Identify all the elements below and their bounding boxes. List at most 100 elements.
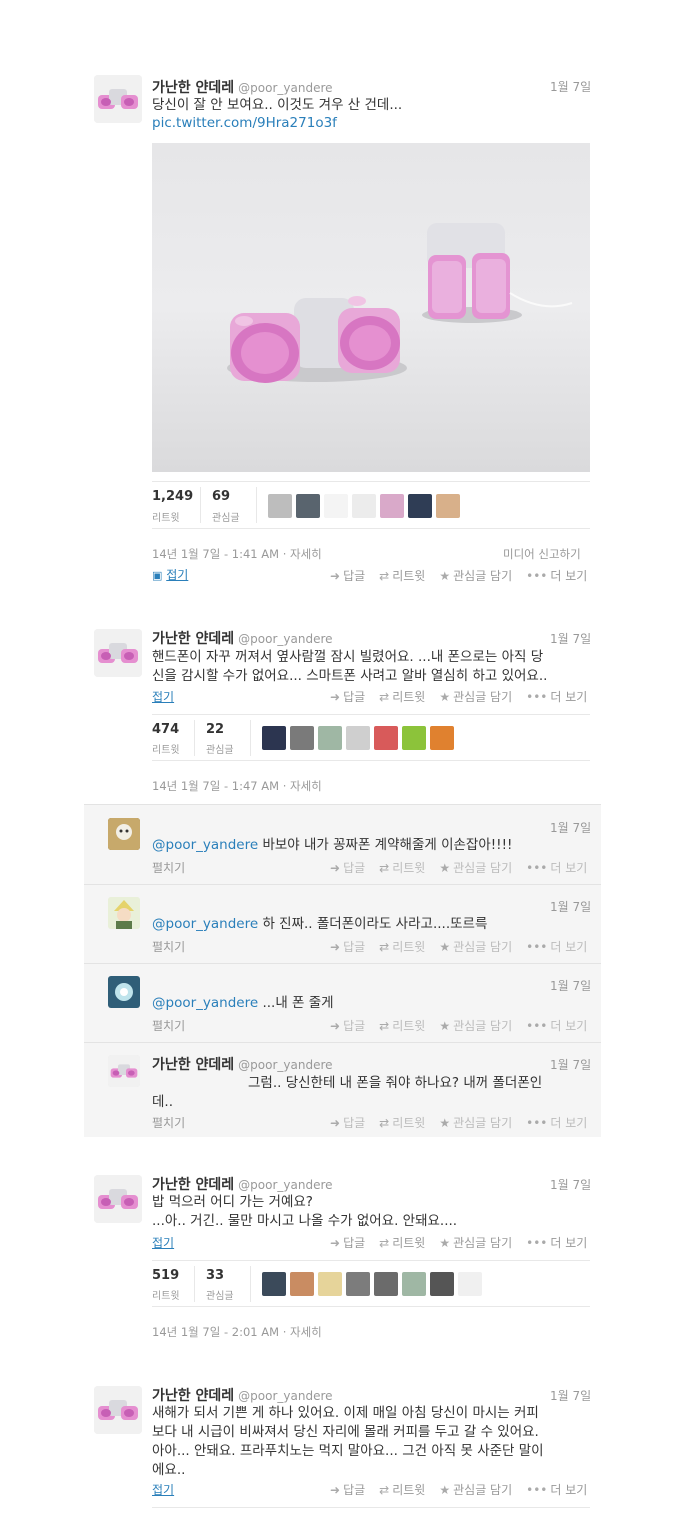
reply-button[interactable]: ➜ 답글 xyxy=(330,859,365,876)
reply-avatar[interactable] xyxy=(108,818,140,850)
tweet-timestamp[interactable]: 14년 1월 7일 - 2:01 AM · 자세히 xyxy=(152,1324,322,1340)
reply-button[interactable]: ➜ 답글 xyxy=(330,1017,365,1034)
more-button[interactable]: ••• 더 보기 xyxy=(526,567,587,584)
user-avatar[interactable] xyxy=(352,494,376,518)
user-avatar[interactable] xyxy=(346,726,370,750)
expand-link[interactable]: 펼치기 xyxy=(152,938,185,955)
reply-avatar[interactable] xyxy=(108,976,140,1008)
user-avatar[interactable] xyxy=(380,494,404,518)
favorite-button[interactable]: ★ 관심글 담기 xyxy=(439,1114,512,1131)
reply-button[interactable]: ➜ 답글 xyxy=(330,1114,365,1131)
retweet-count[interactable]: 519 xyxy=(152,1268,179,1283)
user-avatar[interactable] xyxy=(318,1272,342,1296)
user-avatar[interactable] xyxy=(374,726,398,750)
reply-button[interactable]: ➜ 답글 xyxy=(330,938,365,955)
user-avatar[interactable] xyxy=(290,1272,314,1296)
user-avatar[interactable] xyxy=(290,726,314,750)
user-avatar[interactable] xyxy=(318,726,342,750)
more-button[interactable]: ••• 더 보기 xyxy=(526,1481,587,1498)
retweet-button[interactable]: ⇄ 리트윗 xyxy=(379,567,425,584)
user-avatar[interactable] xyxy=(268,494,292,518)
tweet-media-link[interactable]: pic.twitter.com/9Hra271o3f xyxy=(152,114,337,133)
user-avatar[interactable] xyxy=(436,494,460,518)
favorite-count[interactable]: 22 xyxy=(206,722,224,737)
author-avatar[interactable] xyxy=(94,629,142,677)
tweet-date[interactable]: 1월 7일 xyxy=(550,630,591,647)
author-name[interactable]: 가난한 얀데레 @poor_yandere xyxy=(152,628,333,648)
tweet-timestamp[interactable]: 14년 1월 7일 - 1:47 AM · 자세히 xyxy=(152,778,322,794)
favorite-button[interactable]: ★ 관심글 담기 xyxy=(439,688,512,705)
favorite-button[interactable]: ★ 관심글 담기 xyxy=(439,567,512,584)
collapse-link[interactable]: 접기 xyxy=(152,1481,174,1498)
favorite-button[interactable]: ★ 관심글 담기 xyxy=(439,938,512,955)
retweet-button[interactable]: ⇄ 리트윗 xyxy=(379,938,425,955)
tweet-date[interactable]: 1월 7일 xyxy=(550,1387,591,1404)
user-avatar[interactable] xyxy=(408,494,432,518)
reply-avatar[interactable] xyxy=(108,1055,140,1087)
reply-date[interactable]: 1월 7일 xyxy=(550,819,591,836)
favorite-button[interactable]: ★ 관심글 담기 xyxy=(439,859,512,876)
mention-link[interactable]: @poor_yandere xyxy=(152,837,258,853)
user-avatar[interactable] xyxy=(402,726,426,750)
user-avatar[interactable] xyxy=(324,494,348,518)
user-avatar[interactable] xyxy=(296,494,320,518)
expand-link[interactable]: 펼치기 xyxy=(152,859,185,876)
retweet-count[interactable]: 1,249 xyxy=(152,489,193,504)
more-button[interactable]: ••• 더 보기 xyxy=(526,1017,587,1034)
author-avatar[interactable] xyxy=(94,1175,142,1223)
retweet-button[interactable]: ⇄ 리트윗 xyxy=(379,859,425,876)
author-avatar[interactable] xyxy=(94,1386,142,1434)
more-button[interactable]: ••• 더 보기 xyxy=(526,1234,587,1251)
tweet-date[interactable]: 1월 7일 xyxy=(550,78,591,95)
report-media-link[interactable]: 미디어 신고하기 xyxy=(503,546,581,562)
favorite-count[interactable]: 33 xyxy=(206,1268,224,1283)
reply-date[interactable]: 1월 7일 xyxy=(550,1056,591,1073)
user-avatar[interactable] xyxy=(262,726,286,750)
star-icon: ★ xyxy=(439,568,451,583)
collapse-control[interactable]: ▣ 접기 xyxy=(152,566,188,583)
favorite-count[interactable]: 69 xyxy=(212,489,230,504)
favorite-button[interactable]: ★ 관심글 담기 xyxy=(439,1481,512,1498)
reply-button[interactable]: ➜ 답글 xyxy=(330,1234,365,1251)
author-name[interactable]: 가난한 얀데레 @poor_yandere xyxy=(152,77,333,97)
expand-link[interactable]: 펼치기 xyxy=(152,1114,185,1131)
user-avatar[interactable] xyxy=(458,1272,482,1296)
more-button[interactable]: ••• 더 보기 xyxy=(526,688,587,705)
favorite-button[interactable]: ★ 관심글 담기 xyxy=(439,1234,512,1251)
retweet-button[interactable]: ⇄ 리트윗 xyxy=(379,688,425,705)
reply-button[interactable]: ➜ 답글 xyxy=(330,688,365,705)
collapse-link[interactable]: 접기 xyxy=(152,688,174,705)
retweet-count[interactable]: 474 xyxy=(152,722,179,737)
mention-link[interactable]: @poor_yandere xyxy=(152,916,258,932)
more-button[interactable]: ••• 더 보기 xyxy=(526,938,587,955)
user-avatar[interactable] xyxy=(262,1272,286,1296)
user-avatar[interactable] xyxy=(402,1272,426,1296)
user-avatar[interactable] xyxy=(430,726,454,750)
reply-button[interactable]: ➜ 답글 xyxy=(330,567,365,584)
author-name[interactable]: 가난한 얀데레 @poor_yandere xyxy=(152,1385,333,1405)
reply-date[interactable]: 1월 7일 xyxy=(550,898,591,915)
reply-button[interactable]: ➜ 답글 xyxy=(330,1481,365,1498)
more-button[interactable]: ••• 더 보기 xyxy=(526,1114,587,1131)
tweet-photo[interactable] xyxy=(152,143,590,472)
reply-date[interactable]: 1월 7일 xyxy=(550,977,591,994)
user-avatar[interactable] xyxy=(374,1272,398,1296)
retweet-button[interactable]: ⇄ 리트윗 xyxy=(379,1114,425,1131)
author-avatar[interactable] xyxy=(94,75,142,123)
retweet-button[interactable]: ⇄ 리트윗 xyxy=(379,1234,425,1251)
retweet-button[interactable]: ⇄ 리트윗 xyxy=(379,1017,425,1034)
retweet-button[interactable]: ⇄ 리트윗 xyxy=(379,1481,425,1498)
user-avatar[interactable] xyxy=(430,1272,454,1296)
reply-author-name[interactable]: 가난한 얀데레 @poor_yandere xyxy=(152,1054,333,1074)
more-button[interactable]: ••• 더 보기 xyxy=(526,859,587,876)
expand-link[interactable]: 펼치기 xyxy=(152,1017,185,1034)
reply-avatar[interactable] xyxy=(108,897,140,929)
favorite-button[interactable]: ★ 관심글 담기 xyxy=(439,1017,512,1034)
tweet-timestamp[interactable]: 14년 1월 7일 - 1:41 AM · 자세히 xyxy=(152,546,322,562)
mention-link[interactable]: @poor_yandere xyxy=(152,995,258,1011)
collapse-link[interactable]: 접기 xyxy=(152,1234,174,1251)
author-name[interactable]: 가난한 얀데레 @poor_yandere xyxy=(152,1174,333,1194)
user-avatar[interactable] xyxy=(346,1272,370,1296)
retweet-count-label: 리트윗 xyxy=(152,1291,180,1302)
tweet-date[interactable]: 1월 7일 xyxy=(550,1176,591,1193)
